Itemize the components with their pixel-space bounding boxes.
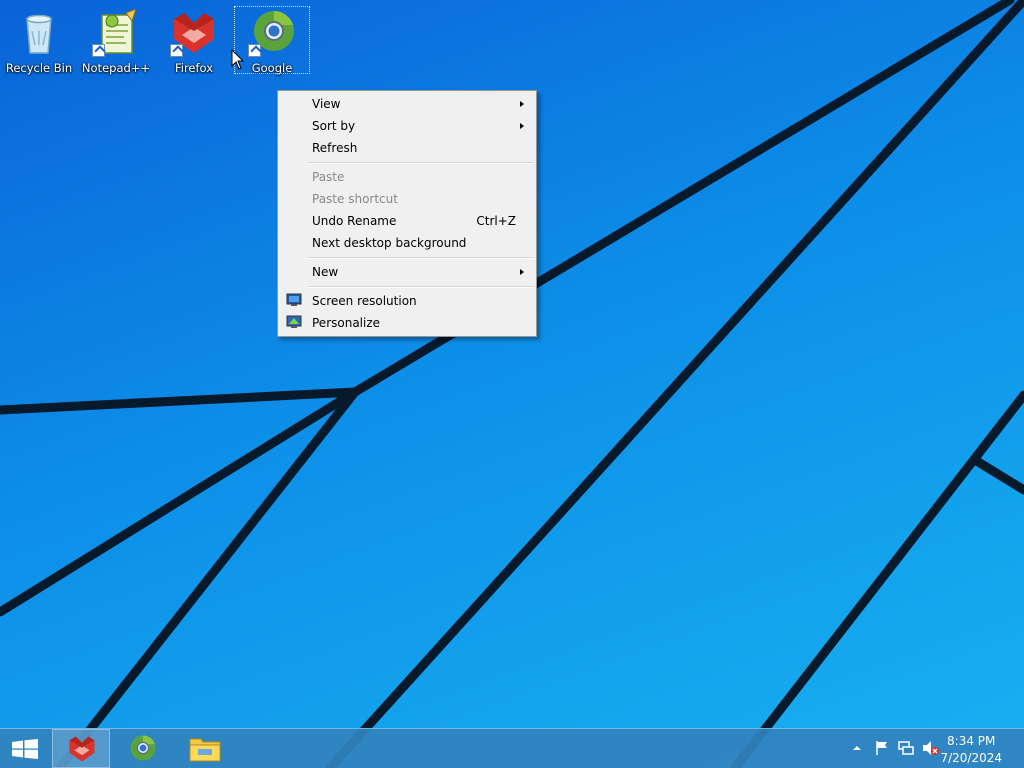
menu-separator [308,286,534,288]
mouse-cursor-icon [231,49,245,70]
menu-item-view[interactable]: View [280,93,534,115]
recycle-bin-icon [15,9,63,57]
menu-item-label: Paste shortcut [312,192,398,206]
personalize-icon [286,315,302,328]
desktop-icon-recycle-bin[interactable]: Recycle Bin [1,6,77,75]
shortcut-arrow-icon [92,44,105,57]
screen-resolution-icon [286,293,302,306]
menu-item-personalize[interactable]: Personalize [280,312,534,334]
menu-item-paste-shortcut[interactable]: Paste shortcut [280,188,534,210]
action-center-flag-icon[interactable] [874,740,890,756]
menu-item-label: Sort by [312,119,356,133]
menu-item-label: Undo Rename [312,214,397,228]
menu-item-label: View [312,97,341,111]
desktop-icon-label: Recycle Bin [5,61,73,75]
clock-date: 7/20/2024 [940,751,1002,765]
desktop-icon-label: Notepad++ [81,61,151,75]
file-explorer-icon [189,738,221,762]
show-hidden-icons-icon[interactable] [852,744,862,752]
start-button[interactable] [0,729,50,768]
menu-item-next-desktop-background[interactable]: Next desktop background [280,232,534,254]
google-chrome-icon [248,9,296,57]
desktop-icon-label: Google [251,61,293,75]
desktop-context-menu: View Sort by Refresh Paste Paste shortcu… [277,90,537,337]
clock-time: 8:34 PM [947,734,996,748]
menu-item-label: Refresh [312,141,358,155]
menu-separator [308,257,534,259]
firefox-icon [69,736,95,762]
menu-item-refresh[interactable]: Refresh [280,137,534,159]
submenu-arrow-icon [520,269,524,275]
menu-item-paste[interactable]: Paste [280,166,534,188]
shortcut-arrow-icon [248,44,261,57]
menu-item-sort-by[interactable]: Sort by [280,115,534,137]
menu-item-screen-resolution[interactable]: Screen resolution [280,290,534,312]
desktop-icon-google[interactable]: Google [234,6,310,75]
desktop-icon-notepad-plus-plus[interactable]: Notepad++ [78,6,154,75]
desktop-icon-label: Firefox [174,61,214,75]
firefox-icon [170,9,218,57]
menu-item-label: Personalize [312,316,381,330]
taskbar-firefox-button[interactable] [52,729,110,768]
submenu-arrow-icon [520,123,524,129]
submenu-arrow-icon [520,101,524,107]
menu-item-label: Paste [312,170,345,184]
menu-item-shortcut: Ctrl+Z [476,214,516,228]
taskbar-clock[interactable]: 8:34 PM 7/20/2024 [940,733,1002,767]
volume-muted-icon[interactable] [922,740,940,756]
taskbar-google-chrome-button[interactable] [114,729,172,768]
taskbar-file-explorer-button[interactable] [176,729,234,768]
menu-item-new[interactable]: New [280,261,534,283]
notepad-plus-plus-icon [92,8,140,57]
menu-separator [308,162,534,164]
menu-item-label: Next desktop background [312,236,467,250]
menu-item-label: Screen resolution [312,294,417,308]
menu-item-undo-rename[interactable]: Undo Rename Ctrl+Z [280,210,534,232]
menu-item-label: New [312,265,339,279]
google-chrome-icon [130,735,156,761]
windows-logo-icon [12,739,38,759]
network-icon[interactable] [898,740,914,756]
shortcut-arrow-icon [170,44,183,57]
taskbar: 8:34 PM 7/20/2024 [0,728,1024,768]
desktop-icon-firefox[interactable]: Firefox [156,6,232,75]
